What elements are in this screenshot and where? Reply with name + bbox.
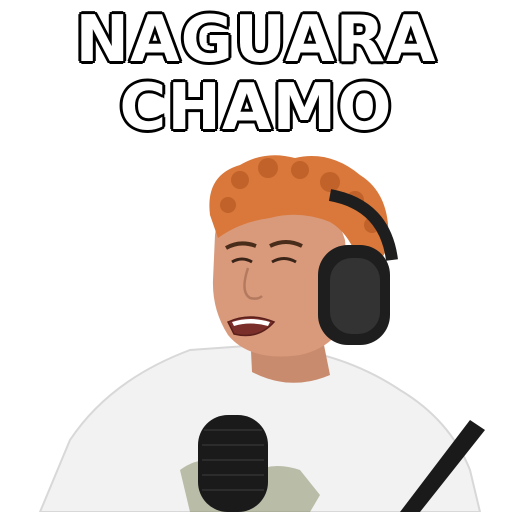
sticker: NAGUARA CHAMO — [0, 0, 512, 512]
headphone-cushion — [330, 258, 380, 334]
caption-line-2: CHAMO — [117, 70, 393, 146]
caption-line-1: NAGUARA — [74, 2, 438, 78]
